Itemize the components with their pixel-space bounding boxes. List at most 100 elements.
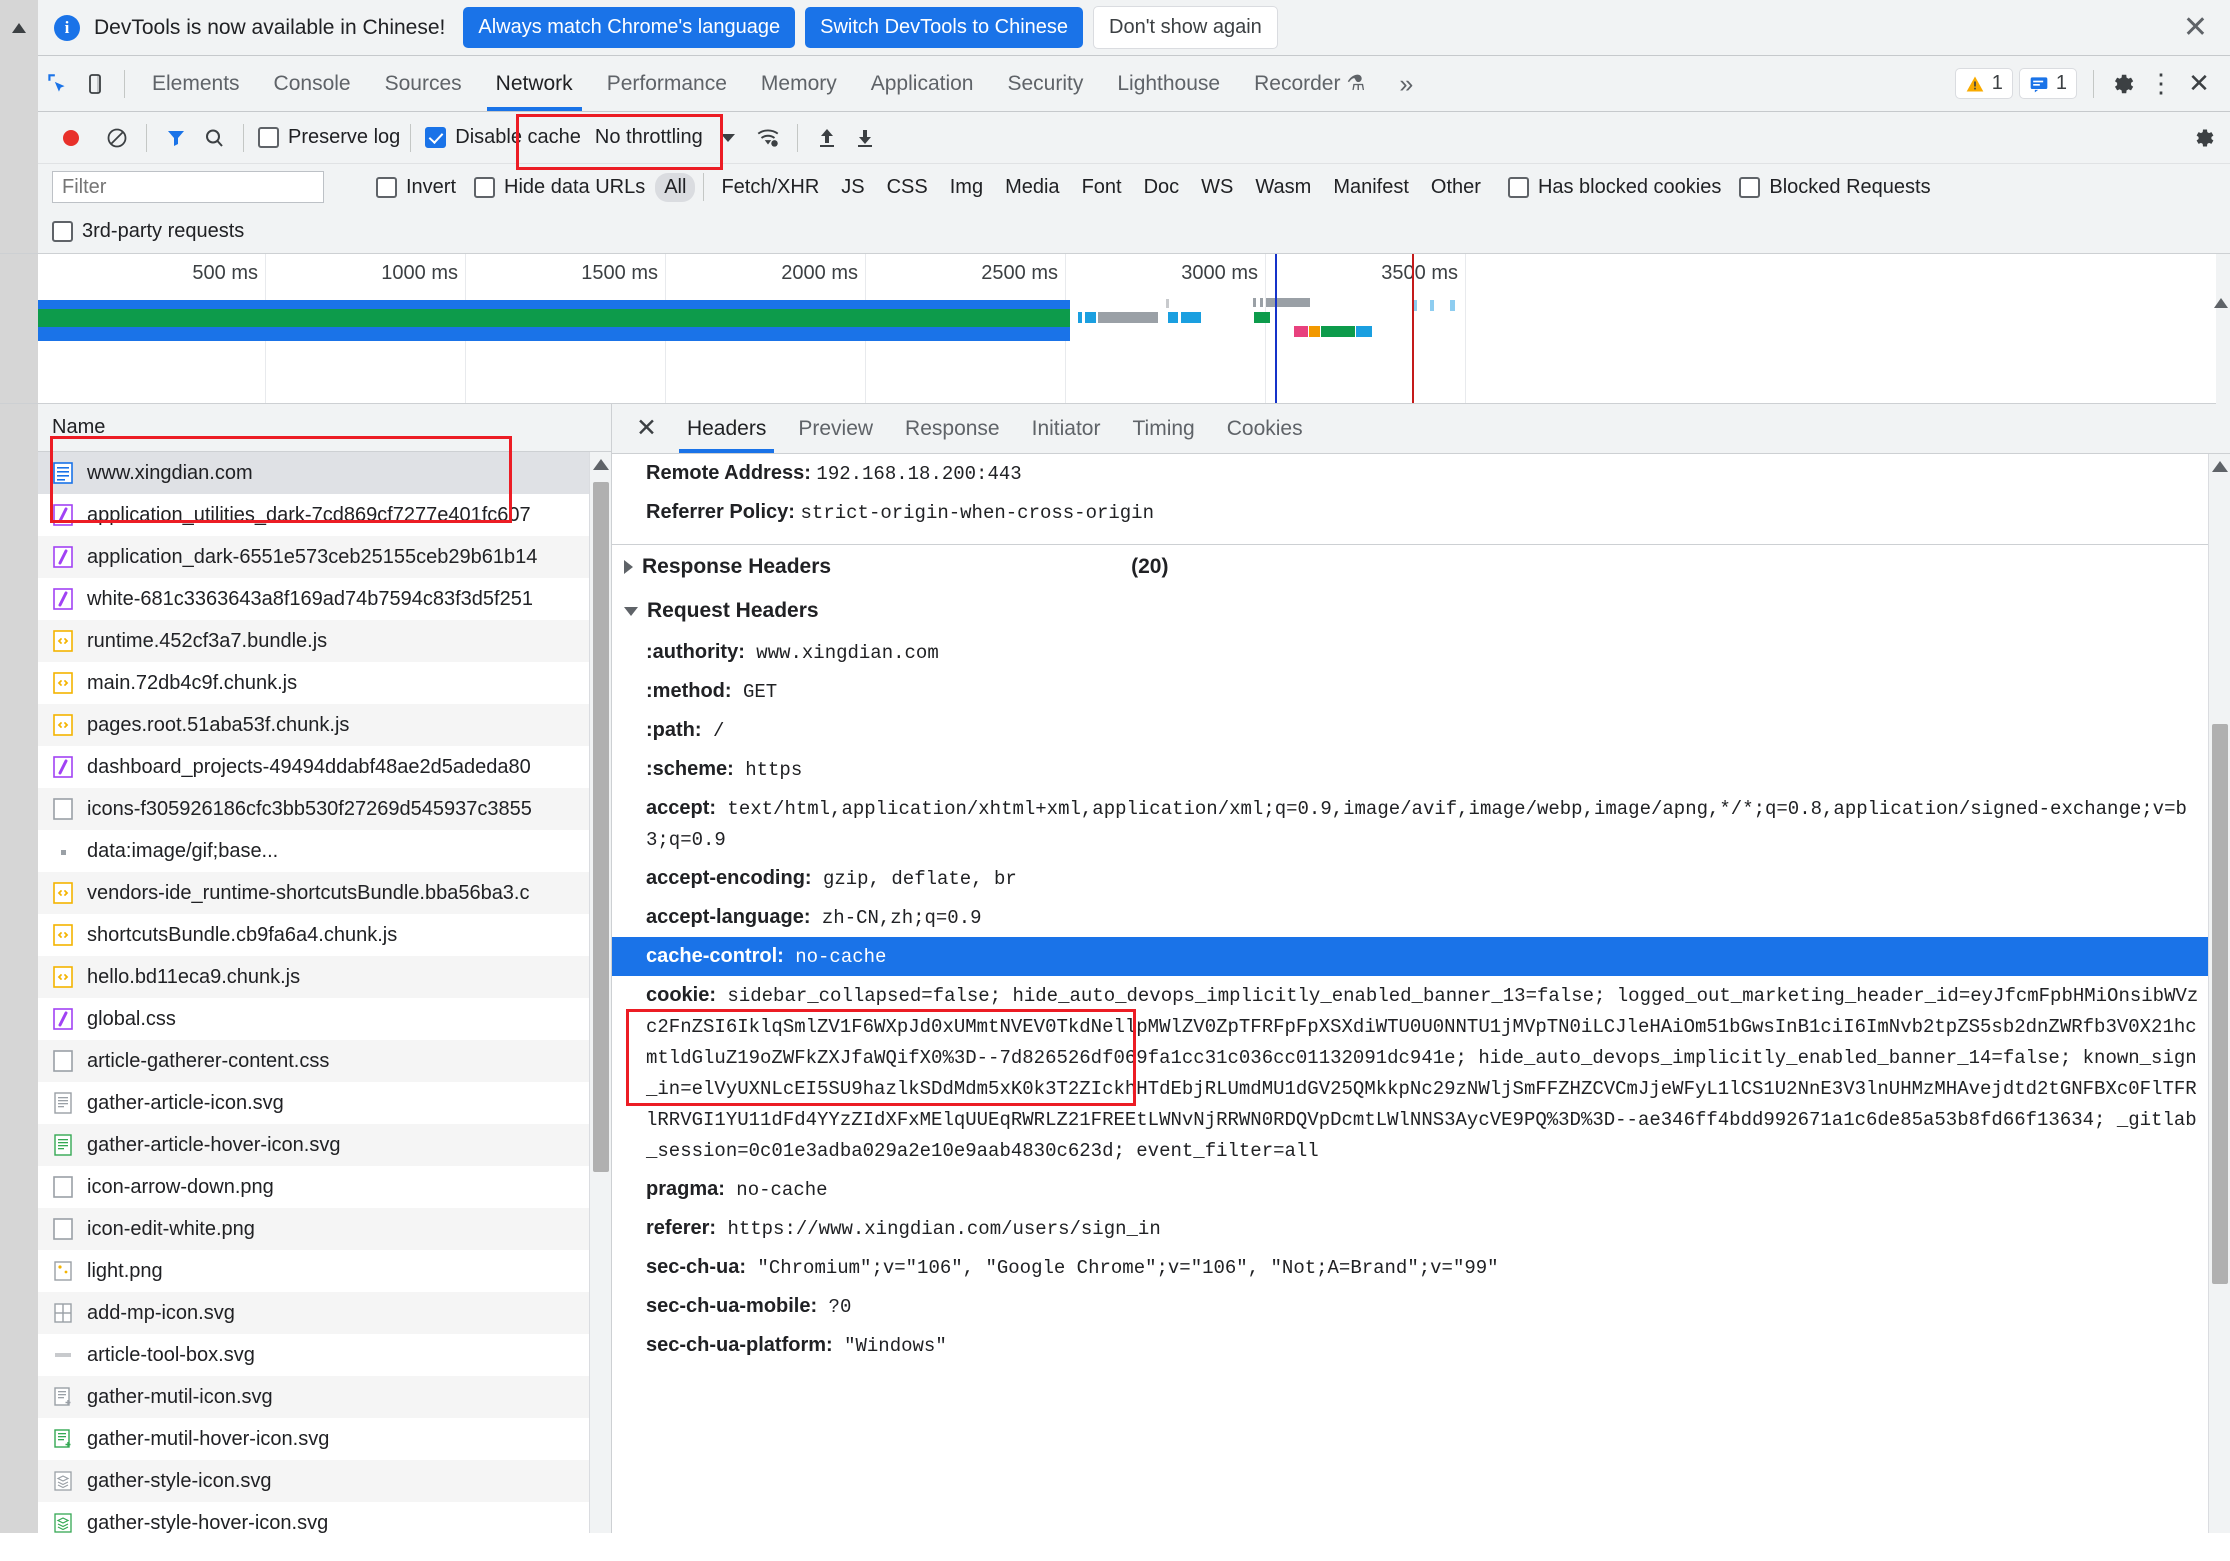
disable-cache-checkbox[interactable]: Disable cache bbox=[425, 126, 581, 149]
request-header-row[interactable]: sec-ch-ua: "Chromium";v="106", "Google C… bbox=[612, 1248, 2230, 1287]
message-counter[interactable]: 1 bbox=[2019, 68, 2077, 99]
request-row[interactable]: global.css bbox=[38, 998, 611, 1040]
request-list-column-header[interactable]: Name bbox=[0, 404, 611, 452]
invert-checkbox[interactable]: Invert bbox=[376, 176, 456, 199]
tab-sources[interactable]: Sources bbox=[368, 57, 479, 111]
request-header-row[interactable]: sec-ch-ua-platform: "Windows" bbox=[612, 1326, 2230, 1365]
clear-requests-icon[interactable] bbox=[98, 119, 136, 157]
request-header-row[interactable]: referer: https://www.xingdian.com/users/… bbox=[612, 1209, 2230, 1248]
request-row[interactable]: icon-arrow-down.png bbox=[38, 1166, 611, 1208]
always-match-language-button[interactable]: Always match Chrome's language bbox=[463, 7, 795, 48]
filter-type-js[interactable]: JS bbox=[832, 173, 873, 202]
scrollbar-thumb[interactable] bbox=[593, 482, 609, 1172]
third-party-requests-checkbox[interactable]: 3rd-party requests bbox=[52, 220, 244, 243]
detail-tab-preview[interactable]: Preview bbox=[782, 405, 889, 453]
warning-counter[interactable]: 1 bbox=[1955, 68, 2013, 99]
filter-funnel-icon[interactable] bbox=[157, 119, 195, 157]
more-tabs-button[interactable]: » bbox=[1382, 57, 1430, 111]
request-header-row[interactable]: accept-language: zh-CN,zh;q=0.9 bbox=[612, 898, 2230, 937]
tab-lighthouse[interactable]: Lighthouse bbox=[1100, 57, 1237, 111]
request-row[interactable]: www.xingdian.com bbox=[38, 452, 611, 494]
scroll-up-arrow-icon[interactable] bbox=[2212, 461, 2228, 472]
tab-network[interactable]: Network bbox=[479, 57, 590, 111]
network-settings-gear-icon[interactable] bbox=[2192, 119, 2230, 157]
search-icon[interactable] bbox=[195, 119, 233, 157]
request-header-row[interactable]: accept: text/html,application/xhtml+xml,… bbox=[612, 789, 2230, 859]
tab-elements[interactable]: Elements bbox=[135, 57, 257, 111]
detail-tab-response[interactable]: Response bbox=[889, 405, 1016, 453]
request-row[interactable]: add-mp-icon.svg bbox=[38, 1292, 611, 1334]
request-row[interactable]: icons-f305926186cfc3bb530f27269d545937c3… bbox=[38, 788, 611, 830]
request-row[interactable]: gather-article-icon.svg bbox=[38, 1082, 611, 1124]
request-row[interactable]: light.png bbox=[38, 1250, 611, 1292]
filter-type-fetch-xhr[interactable]: Fetch/XHR bbox=[712, 173, 828, 202]
switch-to-chinese-button[interactable]: Switch DevTools to Chinese bbox=[805, 7, 1083, 48]
detail-tab-initiator[interactable]: Initiator bbox=[1016, 405, 1117, 453]
detail-tab-headers[interactable]: Headers bbox=[671, 405, 782, 453]
request-row[interactable]: pages.root.51aba53f.chunk.js bbox=[38, 704, 611, 746]
request-row[interactable]: gather-mutil-icon.svg bbox=[38, 1376, 611, 1418]
request-row[interactable]: dashboard_projects-49494ddabf48ae2d5aded… bbox=[38, 746, 611, 788]
has-blocked-cookies-checkbox[interactable]: Has blocked cookies bbox=[1508, 176, 1721, 199]
detail-tab-cookies[interactable]: Cookies bbox=[1211, 405, 1319, 453]
close-detail-icon[interactable]: ✕ bbox=[622, 416, 671, 441]
request-row[interactable]: gather-style-icon.svg bbox=[38, 1460, 611, 1502]
request-header-row[interactable]: :method: GET bbox=[612, 672, 2230, 711]
request-header-row[interactable]: :scheme: https bbox=[612, 750, 2230, 789]
request-row[interactable]: data:image/gif;base... bbox=[38, 830, 611, 872]
request-header-row[interactable]: :authority: www.xingdian.com bbox=[612, 633, 2230, 672]
request-header-row[interactable]: pragma: no-cache bbox=[612, 1170, 2230, 1209]
filter-type-font[interactable]: Font bbox=[1073, 173, 1131, 202]
scroll-up-arrow-icon[interactable] bbox=[593, 459, 609, 470]
request-header-row[interactable]: cache-control: no-cache bbox=[612, 937, 2230, 976]
filter-type-wasm[interactable]: Wasm bbox=[1246, 173, 1320, 202]
request-row[interactable]: article-gatherer-content.css bbox=[38, 1040, 611, 1082]
filter-type-other[interactable]: Other bbox=[1422, 173, 1490, 202]
headers-content[interactable]: Remote Address: 192.168.18.200:443 Refer… bbox=[612, 454, 2230, 1533]
request-row[interactable]: white-681c3363643a8f169ad74b7594c83f3d5f… bbox=[38, 578, 611, 620]
tab-recorder[interactable]: Recorder⚗ bbox=[1237, 57, 1382, 111]
settings-gear-icon[interactable] bbox=[2104, 65, 2142, 103]
request-header-row[interactable]: :path: / bbox=[612, 711, 2230, 750]
device-toolbar-icon[interactable] bbox=[76, 65, 114, 103]
hide-data-urls-checkbox[interactable]: Hide data URLs bbox=[474, 176, 645, 199]
filter-type-ws[interactable]: WS bbox=[1192, 173, 1242, 202]
request-header-row[interactable]: sec-ch-ua-mobile: ?0 bbox=[612, 1287, 2230, 1326]
network-conditions-icon[interactable] bbox=[749, 119, 787, 157]
blocked-requests-checkbox[interactable]: Blocked Requests bbox=[1739, 176, 1930, 199]
request-row[interactable]: gather-mutil-hover-icon.svg bbox=[38, 1418, 611, 1460]
request-row[interactable]: shortcutsBundle.cb9fa6a4.chunk.js bbox=[38, 914, 611, 956]
close-devtools-icon[interactable]: ✕ bbox=[2180, 65, 2218, 103]
request-row[interactable]: vendors-ide_runtime-shortcutsBundle.bba5… bbox=[38, 872, 611, 914]
throttling-select[interactable]: No throttling bbox=[595, 126, 735, 149]
request-row[interactable]: runtime.452cf3a7.bundle.js bbox=[38, 620, 611, 662]
preserve-log-checkbox[interactable]: Preserve log bbox=[258, 126, 400, 149]
dont-show-again-button[interactable]: Don't show again bbox=[1093, 6, 1278, 49]
request-row[interactable]: icon-edit-white.png bbox=[38, 1208, 611, 1250]
export-har-icon[interactable] bbox=[846, 119, 884, 157]
tab-security[interactable]: Security bbox=[990, 57, 1100, 111]
response-headers-section[interactable]: Response Headers (20) bbox=[612, 544, 2230, 589]
tab-memory[interactable]: Memory bbox=[744, 57, 854, 111]
request-row[interactable]: application_dark-6551e573ceb25155ceb29b6… bbox=[38, 536, 611, 578]
filter-type-css[interactable]: CSS bbox=[878, 173, 937, 202]
request-row[interactable]: application_utilities_dark-7cd869cf7277e… bbox=[38, 494, 611, 536]
detail-tab-timing[interactable]: Timing bbox=[1116, 405, 1210, 453]
filter-input[interactable] bbox=[52, 171, 324, 203]
more-options-kebab-icon[interactable]: ⋮ bbox=[2142, 65, 2180, 103]
detail-scrollbar[interactable] bbox=[2208, 454, 2230, 1533]
request-row[interactable]: article-tool-box.svg bbox=[38, 1334, 611, 1376]
request-list[interactable]: www.xingdian.comapplication_utilities_da… bbox=[0, 452, 611, 1533]
request-row[interactable]: hello.bd11eca9.chunk.js bbox=[38, 956, 611, 998]
request-header-row[interactable]: cookie: sidebar_collapsed=false; hide_au… bbox=[612, 976, 2230, 1170]
filter-type-doc[interactable]: Doc bbox=[1135, 173, 1189, 202]
filter-type-manifest[interactable]: Manifest bbox=[1324, 173, 1418, 202]
request-list-scrollbar[interactable] bbox=[589, 452, 611, 1533]
tab-application[interactable]: Application bbox=[854, 57, 991, 111]
network-overview-timeline[interactable]: 500 ms 1000 ms 1500 ms 2000 ms 2500 ms 3… bbox=[0, 254, 2230, 404]
scroll-up-arrow-icon[interactable] bbox=[12, 23, 26, 33]
request-row[interactable]: gather-article-hover-icon.svg bbox=[38, 1124, 611, 1166]
filter-type-img[interactable]: Img bbox=[941, 173, 992, 202]
record-button-icon[interactable] bbox=[52, 119, 90, 157]
inspect-element-icon[interactable] bbox=[38, 65, 76, 103]
